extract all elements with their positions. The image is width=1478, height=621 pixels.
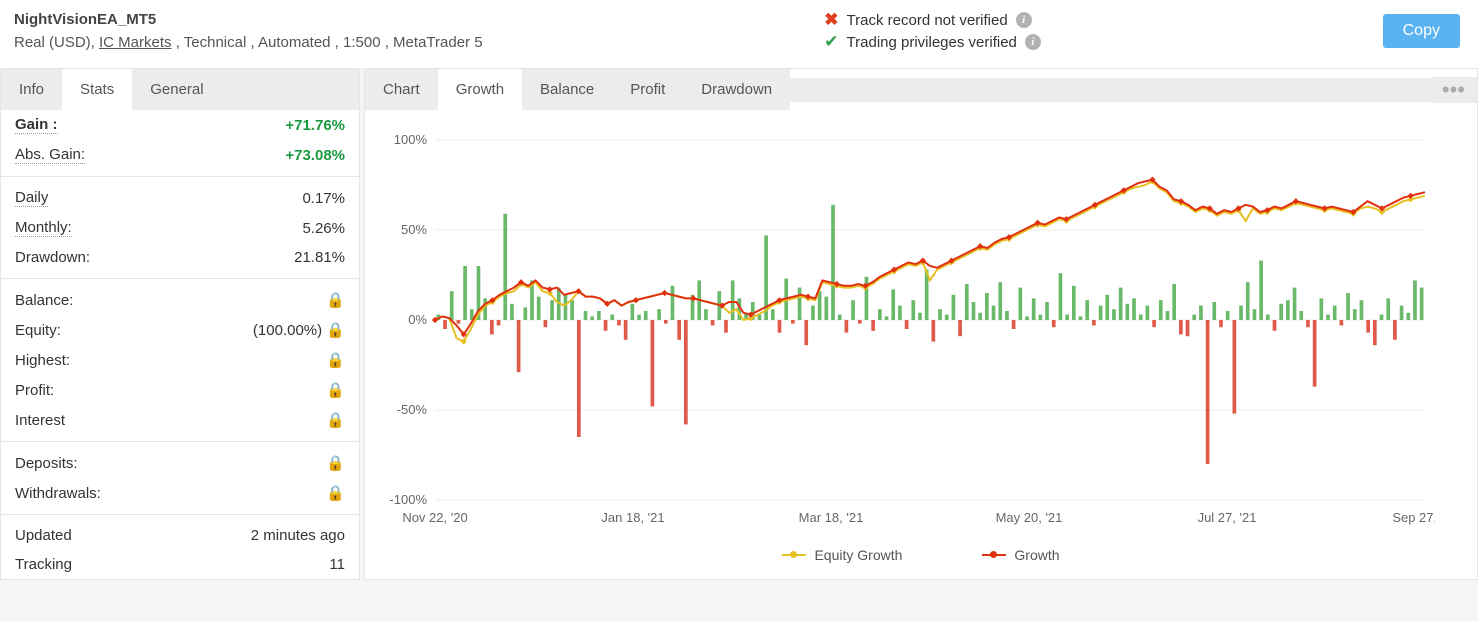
svg-text:-50%: -50% <box>397 402 428 417</box>
tab-general[interactable]: General <box>132 69 221 110</box>
chart-panel: Chart Growth Balance Profit Drawdown •••… <box>364 68 1478 580</box>
header: NightVisionEA_MT5 Real (USD), IC Markets… <box>0 0 1478 68</box>
tracking-label: Tracking <box>15 556 72 573</box>
legend-growth[interactable]: Growth <box>982 547 1059 563</box>
lock-icon: 🔒 <box>326 484 345 502</box>
daily-label: Daily <box>15 189 48 207</box>
more-icon[interactable]: ••• <box>1430 77 1477 103</box>
monthly-value: 5.26% <box>302 220 345 237</box>
gain-label: Gain : <box>15 116 58 134</box>
ctab-balance[interactable]: Balance <box>522 69 612 110</box>
deposits-label: Deposits: <box>15 455 78 472</box>
profit-label: Profit: <box>15 382 54 399</box>
absgain-label: Abs. Gain: <box>15 146 85 164</box>
ctab-growth[interactable]: Growth <box>438 69 522 110</box>
updated-value: 2 minutes ago <box>251 527 345 544</box>
ctab-drawdown[interactable]: Drawdown <box>683 69 790 110</box>
sidebar: Info Stats General Gain : +71.76% Abs. Ga… <box>0 68 360 580</box>
daily-value: 0.17% <box>302 190 345 207</box>
updated-label: Updated <box>15 527 72 544</box>
cross-icon: ✖ <box>824 10 838 30</box>
copy-button[interactable]: Copy <box>1383 14 1460 48</box>
tracking-value: 11 <box>329 556 345 573</box>
svg-text:0%: 0% <box>408 312 427 327</box>
lock-icon: 🔒 <box>326 291 345 309</box>
drawdown-value: 21.81% <box>294 249 345 266</box>
lock-icon: 🔒 <box>326 322 345 339</box>
sidebar-tabs: Info Stats General <box>1 69 359 110</box>
lock-icon: 🔒 <box>326 381 345 399</box>
ctab-chart[interactable]: Chart <box>365 69 438 110</box>
svg-text:May 20, '21: May 20, '21 <box>996 510 1063 525</box>
equity-value: (100.00%) <box>253 322 322 339</box>
lock-icon: 🔒 <box>326 411 345 429</box>
absgain-value: +73.08% <box>285 147 345 164</box>
check-icon: ✔ <box>824 32 838 52</box>
info-icon[interactable]: i <box>1016 12 1032 28</box>
ctab-profit[interactable]: Profit <box>612 69 683 110</box>
legend-equity[interactable]: Equity Growth <box>782 547 902 563</box>
highest-label: Highest: <box>15 352 70 369</box>
lock-icon: 🔒 <box>326 351 345 369</box>
svg-text:Sep 27, '21: Sep 27, '21 <box>1392 510 1435 525</box>
chart-tabs: Chart Growth Balance Profit Drawdown ••• <box>365 69 1477 110</box>
interest-label: Interest <box>15 412 65 429</box>
growth-chart[interactable]: -100% -50% 0% 50% 100% Nov 22, '20 Jan 18, '21… <box>375 130 1435 530</box>
tab-info[interactable]: Info <box>1 69 62 110</box>
equity-label: Equity: <box>15 322 61 339</box>
info-icon[interactable]: i <box>1025 34 1041 50</box>
balance-label: Balance: <box>15 292 73 309</box>
svg-text:Jan 18, '21: Jan 18, '21 <box>601 510 664 525</box>
monthly-label: Monthly: <box>15 219 72 237</box>
drawdown-label: Drawdown: <box>15 249 90 266</box>
svg-text:100%: 100% <box>394 132 428 147</box>
account-subtitle: Real (USD), IC Markets , Technical , Aut… <box>14 34 483 51</box>
gain-value: +71.76% <box>285 117 345 134</box>
svg-text:Mar 18, '21: Mar 18, '21 <box>799 510 864 525</box>
broker-link[interactable]: IC Markets <box>99 34 172 51</box>
svg-text:Jul 27, '21: Jul 27, '21 <box>1198 510 1257 525</box>
account-title: NightVisionEA_MT5 <box>14 11 483 28</box>
svg-text:50%: 50% <box>401 222 427 237</box>
tab-stats[interactable]: Stats <box>62 69 132 110</box>
lock-icon: 🔒 <box>326 454 345 472</box>
chart-legend: Equity Growth Growth <box>365 543 1477 573</box>
track-record-status: Track record not verified <box>847 12 1008 29</box>
svg-text:-100%: -100% <box>389 492 427 507</box>
svg-text:Nov 22, '20: Nov 22, '20 <box>402 510 467 525</box>
withdrawals-label: Withdrawals: <box>15 485 101 502</box>
privileges-status: Trading privileges verified <box>847 34 1017 51</box>
